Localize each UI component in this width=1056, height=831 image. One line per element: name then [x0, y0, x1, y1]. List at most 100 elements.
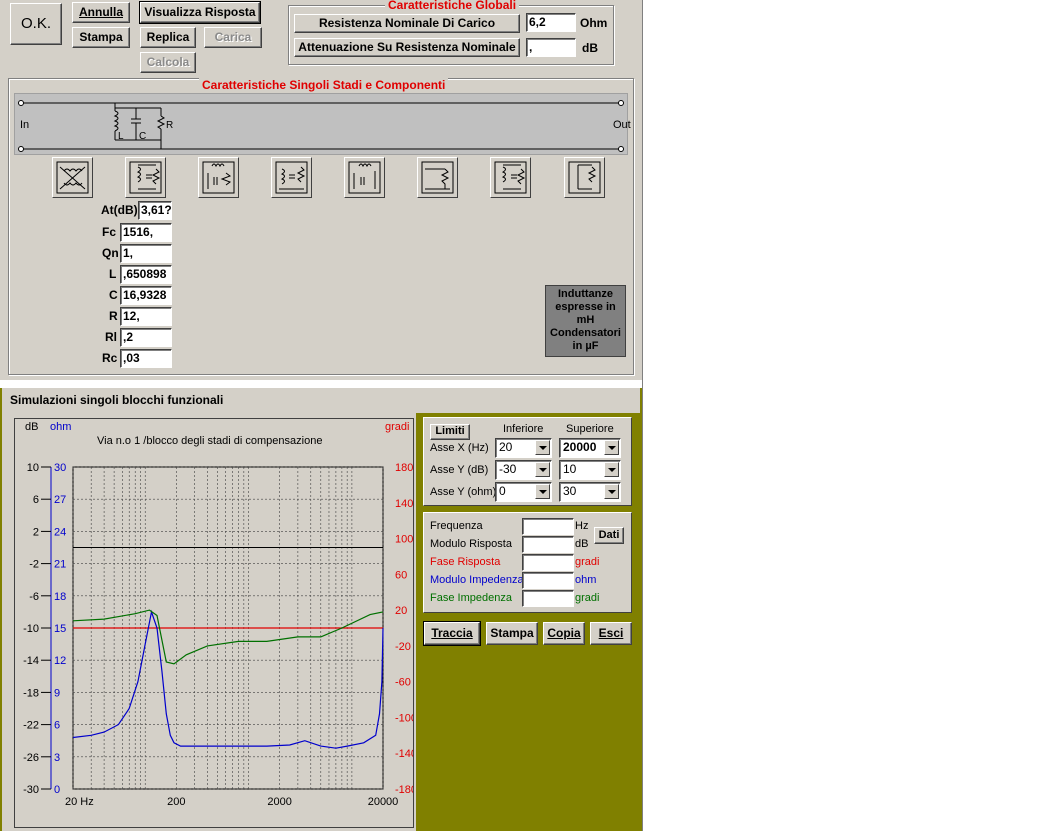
shunt-r-icon [568, 161, 601, 194]
chevron-down-icon[interactable] [535, 484, 550, 499]
y-tick-deg: 100 [395, 534, 413, 546]
capacitor-c-label: C [139, 131, 147, 142]
y-tick-db: -6 [29, 591, 39, 603]
replica-button[interactable]: Replica [140, 27, 196, 48]
units-note: Induttanze espresse in mH Condensatori i… [545, 285, 626, 357]
limit-x-upper-select[interactable]: 20000 [559, 438, 621, 458]
data-field-fase-risposta[interactable] [522, 554, 574, 571]
ok-button[interactable]: O.K. [10, 3, 62, 45]
param-field-l[interactable]: ,650898 [120, 265, 172, 284]
stage-series-lc-parallel-button[interactable] [344, 157, 385, 198]
circuit-schematic: In Out L C R [14, 93, 631, 155]
data-label-modulo-risposta: Modulo Risposta [430, 538, 512, 550]
y-tick-deg: -60 [395, 677, 411, 689]
stage-series-rc-lc-button[interactable] [271, 157, 312, 198]
series-r-icon [421, 161, 454, 194]
visualizza-risposta-button[interactable]: Visualizza Risposta [139, 1, 261, 24]
y-tick-ohm: 24 [54, 526, 66, 538]
param-field-rl[interactable]: ,2 [120, 328, 172, 347]
param-field-c[interactable]: 16,9328 [120, 286, 172, 305]
y-tick-db: -10 [23, 623, 39, 635]
limit-ydb-lower-select[interactable]: -30 [495, 460, 552, 480]
resistenza-nominale-button[interactable]: Resistenza Nominale Di Carico [294, 14, 520, 33]
esci-button[interactable]: Esci [590, 622, 632, 645]
param-field-r[interactable]: 12, [120, 307, 172, 326]
db-unit-label: dB [582, 41, 598, 55]
dati-button[interactable]: Dati [594, 527, 624, 544]
y-tick-ohm: 27 [54, 494, 66, 506]
chevron-down-icon[interactable] [604, 462, 619, 477]
y-tick-deg: 140 [395, 498, 413, 510]
stage-series-lc-r-button[interactable] [198, 157, 239, 198]
y-tick-db: 2 [33, 526, 39, 538]
y-tick-db: 10 [27, 462, 39, 474]
chevron-down-icon[interactable] [535, 440, 550, 455]
param-field-at[interactable]: 3,61? [138, 201, 172, 220]
chevron-down-icon[interactable] [604, 484, 619, 499]
y-tick-ohm: 9 [54, 687, 60, 699]
calcola-button[interactable]: Calcola [140, 52, 196, 73]
limit-yohm-upper-value: 30 [563, 484, 577, 498]
y-axis-label-deg: gradi [385, 421, 409, 433]
param-label-rc: Rc [102, 351, 118, 365]
simulation-titlebar: Simulazioni singoli blocchi funzionali [2, 388, 640, 413]
stage-parallel-lcr-2-button[interactable] [490, 157, 531, 198]
limit-yohm-upper-select[interactable]: 30 [559, 482, 621, 502]
carica-button[interactable]: Carica [204, 27, 262, 48]
data-unit-frequenza: Hz [575, 520, 589, 532]
limit-ydb-upper-value: 10 [563, 462, 577, 476]
y-tick-db: 6 [33, 494, 39, 506]
stage-shunt-r-button[interactable] [564, 157, 605, 198]
limit-label-x: Asse X (Hz) [430, 442, 489, 454]
data-field-modulo-risposta[interactable] [522, 536, 574, 553]
limit-x-lower-select[interactable]: 20 [495, 438, 552, 458]
y-tick-deg: 180 [395, 462, 413, 474]
in-label: In [20, 119, 30, 131]
stage-series-r-button[interactable] [417, 157, 458, 198]
limit-ydb-upper-select[interactable]: 10 [559, 460, 621, 480]
data-label-fase-risposta: Fase Risposta [430, 556, 501, 568]
data-unit-modulo-impedenza: ohm [575, 574, 597, 586]
limit-yohm-lower-select[interactable]: 0 [495, 482, 552, 502]
stage-parallel-lcr-button[interactable] [125, 157, 166, 198]
traccia-button[interactable]: Traccia [423, 621, 481, 646]
param-label-fc: Fc [102, 225, 117, 239]
data-unit-fase-risposta: gradi [575, 556, 600, 568]
y-tick-deg: 20 [395, 605, 407, 617]
param-field-qn[interactable]: 1, [120, 244, 172, 263]
data-label-fase-impedenza: Fase Impedenza [430, 592, 512, 604]
y-tick-deg: -180 [395, 784, 413, 796]
copia-button[interactable]: Copia [543, 622, 585, 645]
data-field-fase-impedenza[interactable] [522, 590, 574, 607]
chart-panel: 10 30 6 27 2 24 -2 21 -6 18 -10 15 -14 12 -18 9 -22 6 -26 3… [14, 418, 417, 828]
y-tick-db: -14 [23, 655, 39, 667]
simulation-title: Simulazioni singoli blocchi funzionali [10, 393, 224, 407]
annulla-button[interactable]: Annulla [72, 2, 130, 23]
param-label-l: L [109, 267, 117, 281]
param-label-at: At(dB) [101, 203, 138, 217]
param-field-rc[interactable]: ,03 [120, 349, 172, 368]
attenuazione-field[interactable]: , [526, 38, 576, 57]
attenuazione-button[interactable]: Attenuazione Su Resistenza Nominale [294, 38, 520, 57]
param-field-fc[interactable]: 1516, [120, 223, 172, 242]
ohm-unit-label: Ohm [580, 16, 608, 30]
data-field-modulo-impedenza[interactable] [522, 572, 574, 589]
chevron-down-icon[interactable] [535, 462, 550, 477]
y-tick-db: -30 [23, 784, 39, 796]
out-label: Out [613, 119, 631, 131]
data-field-frequenza[interactable] [522, 518, 574, 535]
circuit-diagram-icon [18, 100, 624, 152]
chart-title: Via n.o 1 /blocco degli stadi di compens… [97, 435, 322, 447]
stampa-chart-button[interactable]: Stampa [486, 622, 538, 645]
y-tick-ohm: 30 [54, 462, 66, 474]
chevron-down-icon[interactable] [604, 440, 619, 455]
stampa-button[interactable]: Stampa [72, 27, 130, 48]
stage-transformer-x-button[interactable] [52, 157, 93, 198]
chart-svg: 10 306 272 24-2 21-6 18-10 15-14 12-18 9-22 6-26 3… [23, 421, 417, 808]
limiti-button[interactable]: Limiti [430, 424, 470, 440]
y-tick-ohm: 6 [54, 720, 60, 732]
limit-yohm-lower-value: 0 [499, 484, 506, 498]
y-tick-ohm: 15 [54, 623, 66, 635]
resistor-r-label: R [166, 120, 174, 131]
resistenza-nominale-field[interactable]: 6,2 [526, 13, 576, 32]
